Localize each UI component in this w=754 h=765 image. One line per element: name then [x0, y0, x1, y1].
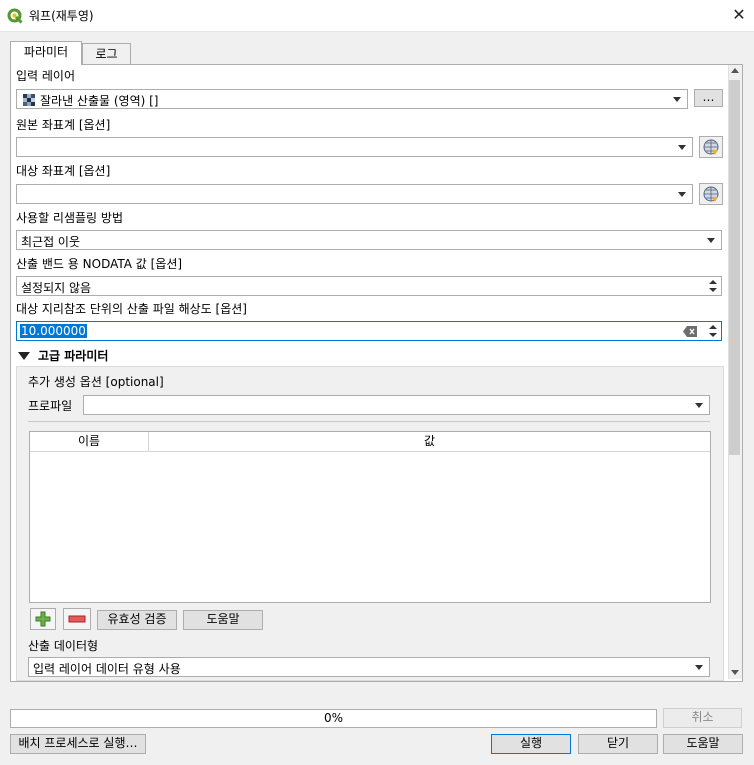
clear-backspace-icon[interactable]	[683, 326, 697, 337]
qgis-logo-icon	[7, 8, 23, 24]
profile-combo[interactable]	[83, 395, 710, 415]
cancel-button[interactable]: 취소	[663, 708, 742, 728]
resampling-combo[interactable]: 최근접 이웃	[16, 230, 722, 250]
divider	[28, 421, 710, 422]
column-header-name[interactable]: 이름	[30, 432, 149, 452]
target-crs-select-button[interactable]	[699, 183, 723, 205]
validate-button[interactable]: 유효성 검증	[97, 610, 177, 630]
close-button[interactable]: 닫기	[578, 734, 658, 754]
plus-icon	[35, 611, 51, 627]
nodata-label: 산출 밴드 용 NODATA 값 [옵션]	[16, 257, 183, 271]
raster-layer-icon	[23, 94, 35, 106]
chevron-down-icon	[678, 192, 686, 197]
scrollbar-thumb[interactable]	[729, 80, 740, 455]
input-layer-value: 잘라낸 산출물 (영역) []	[40, 94, 159, 108]
nodata-value: 설정되지 않음	[21, 281, 92, 295]
tab-parameters[interactable]: 파라미터	[10, 41, 82, 65]
title-bar	[0, 0, 754, 32]
globe-crs-icon	[703, 139, 719, 155]
add-row-button[interactable]	[30, 608, 56, 630]
spin-down-icon[interactable]	[709, 333, 717, 337]
source-crs-combo[interactable]	[16, 137, 693, 157]
source-crs-label: 원본 좌표계 [옵션]	[16, 118, 111, 132]
nodata-spinbox[interactable]: 설정되지 않음	[16, 276, 722, 296]
output-type-value: 입력 레이어 데이터 유형 사용	[33, 662, 181, 676]
profile-label: 프로파일	[28, 399, 73, 413]
collapse-triangle-icon[interactable]	[18, 352, 30, 360]
options-help-button[interactable]: 도움말	[183, 610, 263, 630]
spin-up-icon[interactable]	[709, 280, 717, 284]
progress-text: 0%	[323, 711, 344, 725]
run-button[interactable]: 실행	[491, 734, 571, 754]
advanced-parameters-header[interactable]: 고급 파라미터	[38, 347, 108, 364]
spin-down-icon[interactable]	[709, 288, 717, 292]
target-crs-combo[interactable]	[16, 184, 693, 204]
output-type-combo[interactable]: 입력 레이어 데이터 유형 사용	[28, 657, 710, 677]
creation-options-label: 추가 생성 옵션 [optional]	[28, 375, 164, 389]
resampling-label: 사용할 리샘플링 방법	[16, 211, 123, 225]
input-layer-more-button[interactable]: …	[694, 89, 723, 107]
resolution-label: 대상 지리참조 단위의 산출 파일 해상도 [옵션]	[16, 302, 247, 316]
input-layer-combo[interactable]: 잘라낸 산출물 (영역) []	[16, 89, 688, 109]
tab-log[interactable]: 로그	[82, 43, 131, 65]
chevron-down-icon	[695, 403, 703, 408]
remove-row-button[interactable]	[63, 608, 91, 630]
creation-options-table[interactable]: 이름 값	[29, 431, 711, 603]
chevron-down-icon	[707, 238, 715, 243]
resolution-spinbox[interactable]: 10.000000	[16, 321, 722, 341]
resolution-value[interactable]: 10.000000	[20, 324, 87, 338]
progress-bar: 0%	[10, 709, 657, 728]
chevron-down-icon	[695, 665, 703, 670]
minus-icon	[68, 615, 86, 623]
input-layer-label: 입력 레이어	[16, 69, 76, 83]
globe-crs-icon	[703, 186, 719, 202]
batch-process-button[interactable]: 배치 프로세스로 실행…	[10, 734, 146, 754]
source-crs-select-button[interactable]	[699, 136, 723, 158]
help-button[interactable]: 도움말	[663, 734, 743, 754]
scroll-down-icon[interactable]	[731, 670, 739, 675]
chevron-down-icon	[673, 97, 681, 102]
chevron-down-icon	[678, 145, 686, 150]
resampling-value: 최근접 이웃	[21, 235, 81, 249]
spin-up-icon[interactable]	[709, 325, 717, 329]
target-crs-label: 대상 좌표계 [옵션]	[16, 164, 111, 178]
column-header-value[interactable]: 값	[149, 432, 710, 452]
scroll-up-icon[interactable]	[731, 68, 739, 73]
window-title: 워프(재투영)	[29, 9, 94, 23]
close-window-button[interactable]: ✕	[728, 4, 750, 26]
output-type-label: 산출 데이터형	[28, 639, 99, 653]
